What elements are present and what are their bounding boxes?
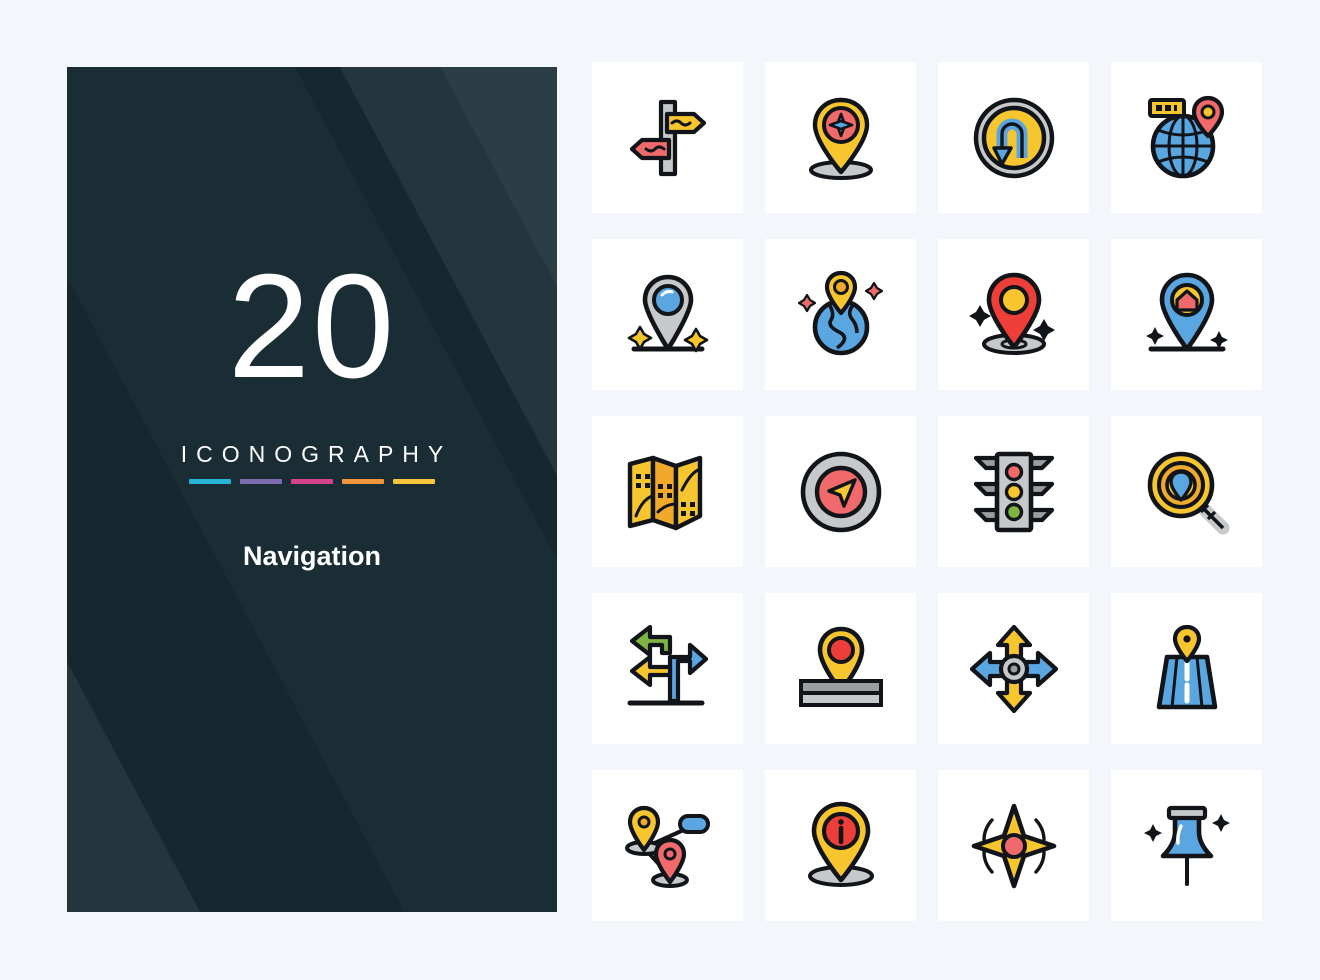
icon-card-route-two-pins[interactable] <box>592 770 743 921</box>
info-location-pin-icon <box>807 801 874 887</box>
icon-card-home-location-pin[interactable] <box>1111 239 1262 390</box>
icon-card-info-location-pin[interactable] <box>765 770 916 921</box>
bar-yellow <box>393 479 435 484</box>
accent-bars <box>189 479 435 484</box>
map-pin-compass-icon <box>808 97 873 180</box>
icon-card-search-location[interactable] <box>1111 416 1262 567</box>
traffic-light-icon <box>973 451 1054 532</box>
set-title: Navigation <box>242 541 382 571</box>
icon-card-compass-navigation[interactable] <box>765 416 916 567</box>
icon-grid <box>592 62 1262 921</box>
poster-canvas: 20 ICONOGRAPHY Navigation <box>0 0 1320 980</box>
search-location-icon <box>1147 451 1229 534</box>
u-turn-sign-icon <box>973 97 1054 178</box>
signpost-directions-icon <box>629 99 706 176</box>
home-location-pin-icon <box>1145 272 1228 351</box>
compass-navigation-icon <box>800 451 881 532</box>
icon-card-earth-globe-pin[interactable] <box>765 239 916 390</box>
icon-card-u-turn-sign[interactable] <box>938 62 1089 213</box>
icon-card-direction-arrows-signpost[interactable] <box>592 593 743 744</box>
bar-orange <box>342 479 384 484</box>
icon-card-red-pin-sparkle[interactable] <box>938 239 1089 390</box>
globe-location-pin-icon <box>1147 95 1224 178</box>
four-way-move-arrows-icon <box>969 624 1058 713</box>
route-two-pins-icon <box>624 805 710 888</box>
pin-on-road-icon <box>798 626 883 707</box>
earth-globe-pin-icon <box>797 270 883 355</box>
compass-star-icon <box>971 803 1056 888</box>
icon-card-globe-location-pin[interactable] <box>1111 62 1262 213</box>
icon-card-traffic-light[interactable] <box>938 416 1089 567</box>
icon-card-folded-map[interactable] <box>592 416 743 567</box>
folded-map-icon <box>627 455 702 530</box>
bar-magenta <box>291 479 333 484</box>
red-pin-sparkle-icon <box>968 272 1055 355</box>
icon-card-four-way-move-arrows[interactable] <box>938 593 1089 744</box>
iconography-label: ICONOGRAPHY <box>180 441 453 467</box>
icon-card-map-pin-compass[interactable] <box>765 62 916 213</box>
bar-cyan <box>189 479 231 484</box>
icon-count: 20 <box>227 244 397 409</box>
icon-card-push-pin[interactable] <box>1111 770 1262 921</box>
icon-card-gray-pin-sparkle[interactable] <box>592 239 743 390</box>
gray-pin-sparkle-icon <box>627 274 708 352</box>
icon-card-compass-star[interactable] <box>938 770 1089 921</box>
road-with-pin-icon <box>1156 624 1217 709</box>
bar-purple <box>240 479 282 484</box>
direction-arrows-signpost-icon <box>627 624 708 705</box>
icon-card-road-with-pin[interactable] <box>1111 593 1262 744</box>
push-pin-icon <box>1143 805 1230 886</box>
icon-card-pin-on-road[interactable] <box>765 593 916 744</box>
cover-panel: 20 ICONOGRAPHY Navigation <box>67 67 557 912</box>
icon-card-signpost-directions[interactable] <box>592 62 743 213</box>
